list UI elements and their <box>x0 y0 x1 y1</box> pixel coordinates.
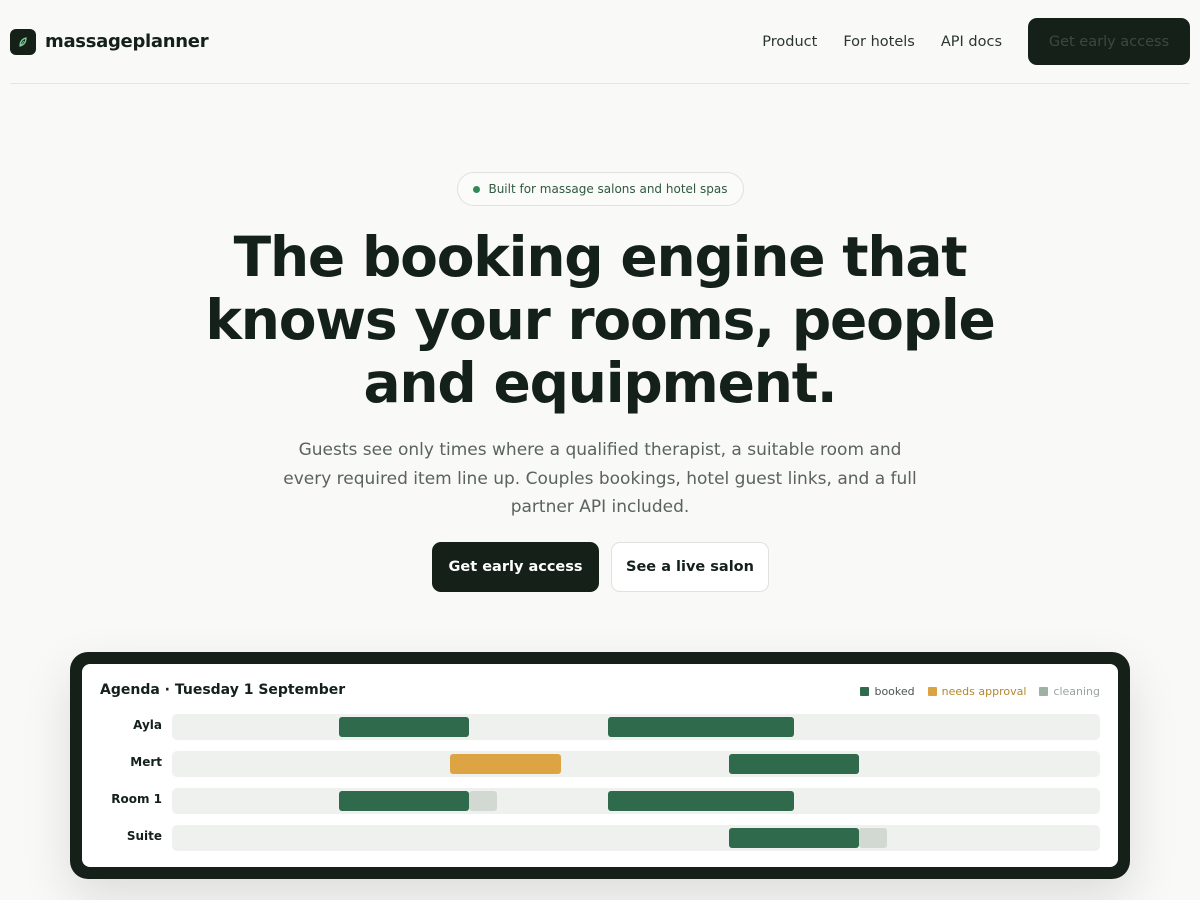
hero-headline: The booking engine that knows your rooms… <box>205 225 995 415</box>
legend-swatch-needs-approval <box>927 687 937 696</box>
agenda-row-label: Mert <box>130 755 162 769</box>
nav-get-early-access-button[interactable]: Get early access <box>1028 18 1190 65</box>
legend-label-cleaning: cleaning <box>1053 685 1100 698</box>
agenda-preview-frame: Agenda · Tuesday 1 September booked need… <box>70 652 1130 879</box>
agenda-row-track <box>172 788 1100 814</box>
agenda-segment-booked[interactable] <box>729 828 859 848</box>
hero-subtitle: Guests see only times where a qualified … <box>283 440 917 517</box>
agenda-row-track <box>172 825 1100 851</box>
nav-links: Product For hotels API docs Get early ac… <box>762 18 1190 65</box>
get-early-access-button[interactable]: Get early access <box>432 542 599 592</box>
agenda-segment-booked[interactable] <box>608 717 794 737</box>
agenda-segment-booked[interactable] <box>729 754 859 774</box>
legend-item-booked: booked <box>860 685 915 698</box>
agenda-segment-booked[interactable] <box>608 791 794 811</box>
leaf-icon <box>10 28 36 55</box>
hero-badge-label: Built for massage salons and hotel spas <box>488 182 728 196</box>
legend-item-needs-approval: needs approval <box>927 685 1027 698</box>
brand-name: massageplanner <box>45 31 209 52</box>
legend-swatch-cleaning <box>1039 687 1049 696</box>
agenda-segment-cleaning[interactable] <box>859 828 887 848</box>
top-nav: massageplanner Product For hotels API do… <box>10 0 1190 84</box>
agenda-row-label: Ayla <box>133 718 162 732</box>
agenda-row-label: Room 1 <box>111 792 162 806</box>
legend-label-needs-approval: needs approval <box>941 685 1027 698</box>
legend-swatch-booked <box>860 687 870 696</box>
nav-link-for-hotels[interactable]: For hotels <box>843 34 915 50</box>
agenda-title: Agenda · Tuesday 1 September <box>100 682 346 698</box>
agenda-row-label: Suite <box>126 829 162 843</box>
agenda-segment-cleaning[interactable] <box>469 791 497 811</box>
agenda-legend: booked needs approval cleaning <box>860 685 1100 698</box>
agenda-segment-approval[interactable] <box>450 754 561 774</box>
brand[interactable]: massageplanner <box>10 28 209 55</box>
nav-link-api-docs[interactable]: API docs <box>941 34 1002 50</box>
hero-badge: Built for massage salons and hotel spas <box>457 172 744 206</box>
status-dot-icon <box>473 185 481 193</box>
see-live-salon-button[interactable]: See a live salon <box>611 542 769 592</box>
agenda-row-track <box>172 751 1100 777</box>
agenda-segment-booked[interactable] <box>339 717 469 737</box>
agenda-panel: Agenda · Tuesday 1 September booked need… <box>82 664 1118 867</box>
agenda-segment-booked[interactable] <box>339 791 469 811</box>
legend-label-booked: booked <box>874 685 915 698</box>
agenda-row-track <box>172 714 1100 740</box>
nav-link-product[interactable]: Product <box>762 34 817 50</box>
legend-item-cleaning: cleaning <box>1039 685 1100 698</box>
